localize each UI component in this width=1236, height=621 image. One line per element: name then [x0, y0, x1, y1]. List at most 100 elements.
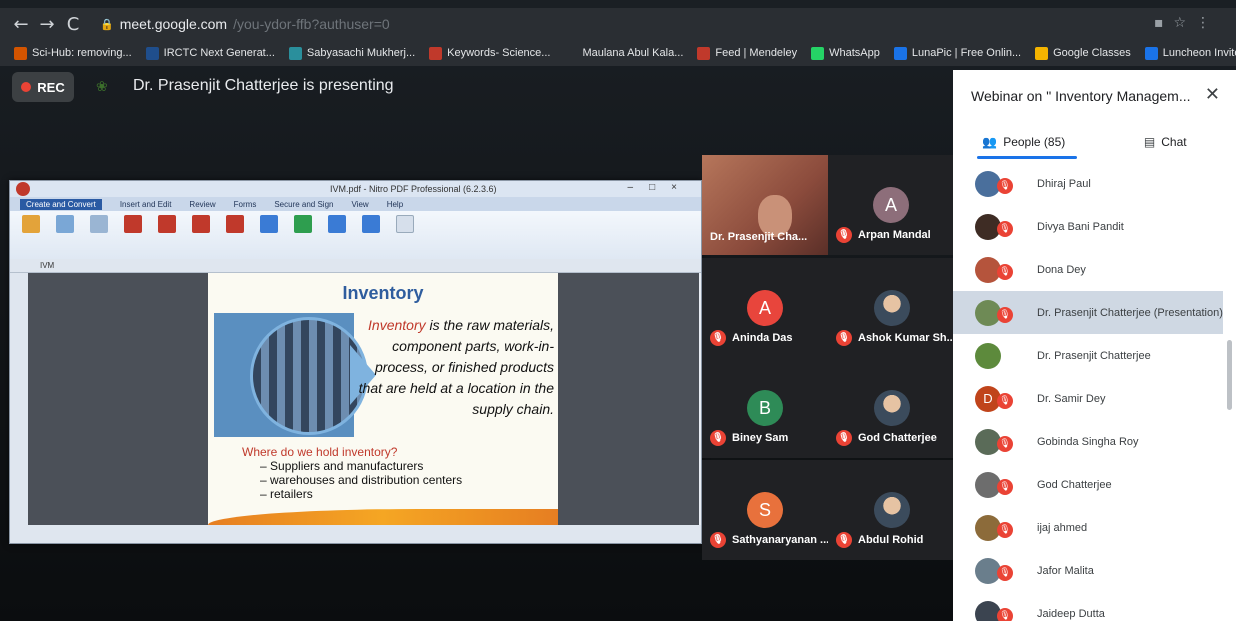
ribbon-button[interactable]	[120, 215, 146, 233]
participant-name: 🎙 Ashok Kumar Sh...	[836, 330, 956, 346]
ribbon-button[interactable]	[154, 215, 180, 233]
rec-label: REC	[37, 79, 65, 95]
slide-list-text: retailers	[270, 487, 313, 501]
bookmark-favicon-icon	[429, 46, 443, 60]
people-list-item[interactable]: 🎙 Divya Bani Pandit	[953, 205, 1223, 248]
bookmark-item[interactable]: Sabyasachi Mukherj...	[288, 46, 415, 60]
people-list-item[interactable]: D 🎙 Dr. Samir Dey	[953, 377, 1223, 420]
participant-name: 🎙 Aninda Das	[710, 330, 793, 346]
ribbon-button[interactable]	[358, 215, 384, 233]
bookmark-item[interactable]: Google Classes	[1035, 46, 1131, 60]
person-avatar	[975, 342, 1001, 369]
slide-title: Inventory	[342, 283, 424, 303]
person-name: Jaideep Dutta	[1037, 607, 1105, 620]
ribbon-tab[interactable]: Secure and Sign	[274, 200, 333, 209]
mic-off-icon: 🎙	[997, 565, 1013, 581]
people-list-item[interactable]: 🎙 ijaj ahmed	[953, 506, 1223, 549]
person-name: Dr. Prasenjit Chatterjee (Presentation)	[1037, 306, 1223, 319]
presenting-text: Dr. Prasenjit Chatterjee is presenting	[133, 77, 394, 94]
pdf-status-bar[interactable]	[10, 525, 701, 543]
ribbon-tab[interactable]: Insert and Edit	[120, 200, 172, 209]
participant-name: 🎙 Sathyanaryanan ...	[710, 532, 829, 548]
slide-list-item: – Suppliers and manufacturers	[260, 459, 462, 473]
window-controls[interactable]: –□×	[628, 182, 693, 193]
bookmark-favicon-icon	[564, 46, 578, 60]
people-icon: 👥	[982, 135, 998, 149]
bookmark-item[interactable]: Luncheon Invite Mo...	[1144, 46, 1236, 60]
people-list-item[interactable]: 🎙 God Chatterjee	[953, 463, 1223, 506]
panel-tabs: 👥 People (85) ▤ Chat	[953, 124, 1236, 160]
people-list-item[interactable]: 🎙 Jafor Malita	[953, 549, 1223, 592]
browser-actions-icons[interactable]: ▪☆⋮	[1154, 15, 1220, 31]
slide-list-item: – retailers	[260, 487, 462, 501]
record-dot-icon	[21, 82, 32, 92]
slide-list-item: – warehouses and distribution centers	[260, 473, 462, 487]
ribbon-tab[interactable]: View	[351, 200, 368, 209]
mic-off-icon: 🎙	[710, 330, 726, 346]
participant-tile[interactable]: B 🎙 Biney Sam	[702, 358, 828, 458]
people-list-item[interactable]: 🎙 Gobinda Singha Roy	[953, 420, 1223, 463]
participant-tile[interactable]: A 🎙 Arpan Mandal	[828, 155, 954, 255]
people-list-item[interactable]: 🎙 Dr. Prasenjit Chatterjee (Presentation)	[953, 291, 1223, 334]
bookmark-item[interactable]: Feed | Mendeley	[697, 46, 797, 60]
tab-chat[interactable]: ▤ Chat	[1095, 124, 1236, 160]
doc-tab[interactable]: IVM	[40, 261, 54, 270]
bookmark-item[interactable]: LunaPic | Free Onlin...	[893, 46, 1021, 60]
ribbon-button[interactable]	[86, 215, 112, 233]
ribbon-button[interactable]	[290, 215, 316, 233]
ribbon-button[interactable]	[222, 215, 248, 233]
panel-title: Webinar on " Inventory Managem...	[971, 88, 1191, 104]
people-list-item[interactable]: 🎙 Jaideep Dutta	[953, 592, 1223, 621]
participant-tile[interactable]: Dr. Prasenjit Cha...	[702, 155, 828, 255]
reload-icon[interactable]: C	[60, 14, 86, 35]
ribbon-tab[interactable]: Review	[189, 200, 215, 209]
participant-photo	[874, 290, 910, 326]
ribbon-tab[interactable]: Forms	[234, 200, 257, 209]
bookmark-favicon-icon	[1144, 46, 1158, 60]
bookmark-item[interactable]: Sci-Hub: removing...	[14, 46, 132, 60]
people-list-item[interactable]: 🎙 Dona Dey	[953, 248, 1223, 291]
bookmark-item[interactable]: Maulana Abul Kala...	[564, 46, 683, 60]
people-list-item[interactable]: 🎙 Dhiraj Paul	[953, 162, 1223, 205]
ribbon-button[interactable]	[256, 215, 282, 233]
people-list-item[interactable]: Dr. Prasenjit Chatterjee	[953, 334, 1223, 377]
tab-people[interactable]: 👥 People (85)	[953, 124, 1095, 160]
participant-tile[interactable]: 🎙 God Chatterjee	[828, 358, 954, 458]
ribbon-tab[interactable]: Help	[387, 200, 403, 209]
ribbon-button[interactable]	[188, 215, 214, 233]
person-name: Dona Dey	[1037, 263, 1086, 276]
forward-icon[interactable]: →	[34, 14, 60, 35]
bookmark-label: Luncheon Invite Mo...	[1162, 47, 1236, 59]
back-icon[interactable]: ←	[8, 14, 34, 35]
participant-name-text: Sathyanaryanan ...	[732, 534, 830, 546]
mic-off-icon: 🎙	[836, 532, 852, 548]
participant-name-text: Arpan Mandal	[858, 229, 931, 241]
ribbon-tab[interactable]: Create and Convert	[20, 198, 102, 210]
mic-off-icon: 🎙	[997, 178, 1013, 194]
close-icon[interactable]: ✕	[1205, 84, 1220, 105]
mic-off-icon: 🎙	[997, 436, 1013, 452]
url-text[interactable]: meet.google.com	[120, 16, 227, 32]
app-orb-icon[interactable]	[16, 182, 30, 196]
participant-tile[interactable]: 🎙 Abdul Rohid	[828, 460, 954, 560]
participant-tile[interactable]: 🎙 Ashok Kumar Sh...	[828, 258, 956, 358]
chat-tab-label: Chat	[1161, 135, 1187, 149]
slide-question: Where do we hold inventory?	[242, 445, 398, 459]
bookmark-favicon-icon	[811, 46, 825, 60]
bookmark-item[interactable]: IRCTC Next Generat...	[145, 46, 275, 60]
pdf-sidebar[interactable]	[10, 273, 28, 525]
url-path[interactable]: /you-ydor-ffb?authuser=0	[233, 16, 390, 32]
bookmark-item[interactable]: WhatsApp	[811, 46, 880, 60]
scrollbar[interactable]	[1227, 340, 1232, 410]
ribbon-button[interactable]	[324, 215, 350, 233]
definition-term: Inventory	[368, 317, 426, 333]
bookmark-item[interactable]: Keywords- Science...	[429, 46, 550, 60]
ribbon-button[interactable]	[18, 215, 44, 233]
ribbon-tabs: Create and Convert Insert and Edit Review F…	[10, 197, 701, 211]
participant-tile[interactable]: S 🎙 Sathyanaryanan ...	[702, 460, 829, 560]
bookmark-label: Google Classes	[1053, 47, 1131, 59]
ribbon-button[interactable]	[392, 215, 418, 233]
ribbon-button[interactable]	[52, 215, 78, 233]
mic-off-icon: 🎙	[997, 479, 1013, 495]
participant-tile[interactable]: A 🎙 Aninda Das	[702, 258, 828, 358]
